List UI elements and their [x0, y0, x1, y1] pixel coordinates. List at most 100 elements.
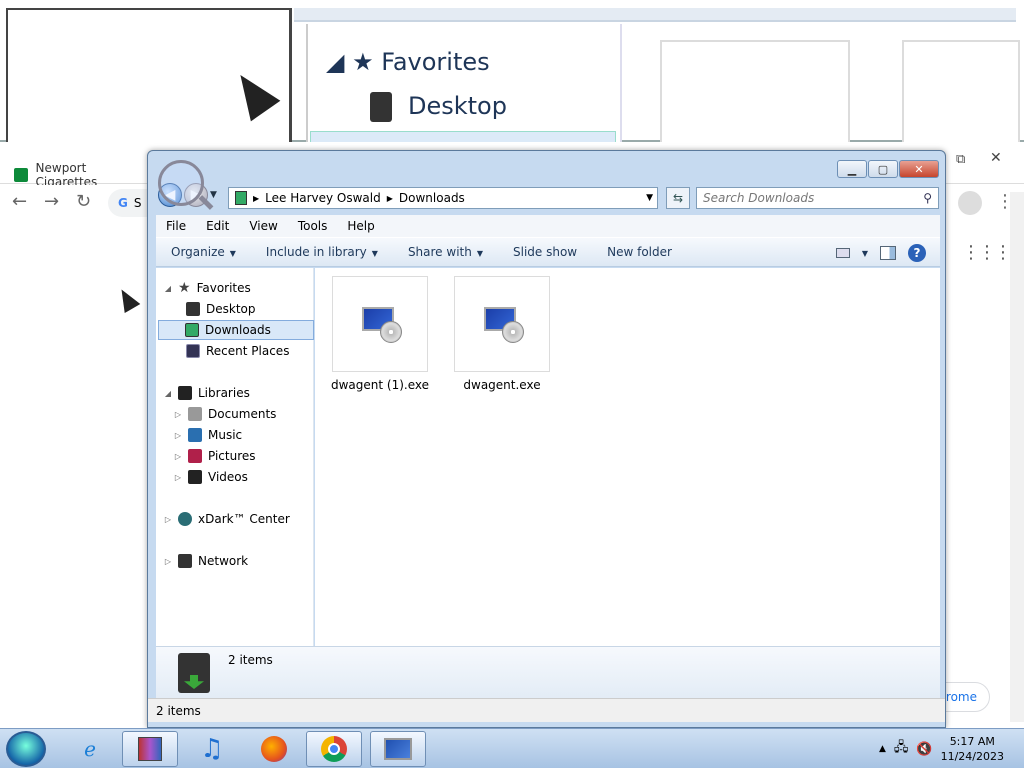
address-bar[interactable]: ▶ Lee Harvey Oswald ▶ Downloads ▼ — [228, 187, 658, 209]
share-with-button[interactable]: Share with ▼ — [393, 245, 498, 259]
include-in-library-button[interactable]: Include in library ▼ — [251, 245, 393, 259]
nav-item-documents[interactable]: ▷ Documents — [174, 404, 330, 424]
refresh-button[interactable]: ⇆ — [666, 187, 690, 209]
network-tray-icon[interactable]: 🖧 — [894, 738, 909, 760]
status-bar: 2 items — [148, 698, 945, 722]
magnifier-nav-pane — [306, 24, 622, 142]
breadcrumb-user[interactable]: Lee Harvey Oswald — [265, 191, 381, 205]
xdark-center-icon — [178, 512, 192, 526]
nav-music-label: Music — [208, 428, 243, 442]
magnifier-desktop-label: Desktop — [408, 92, 507, 120]
search-input[interactable]: Search Downloads ⚲ — [696, 187, 939, 209]
explorer-taskbar-icon[interactable] — [370, 731, 426, 767]
omnibox[interactable]: G S — [108, 189, 148, 217]
nav-videos-label: Videos — [208, 470, 248, 484]
apps-grid-icon[interactable]: ⋮⋮⋮ — [962, 242, 1012, 263]
profile-avatar[interactable] — [958, 191, 982, 215]
menu-file[interactable]: File — [156, 219, 196, 233]
collapsed-arrow-icon: ▷ — [164, 556, 172, 566]
file-name: dwagent.exe — [463, 378, 541, 392]
winrar-glyph — [138, 737, 162, 761]
new-folder-button[interactable]: New folder — [592, 245, 687, 259]
collapsed-arrow-icon: ▷ — [174, 430, 182, 440]
file-list: dwagent (1).exe dwagent.exe — [315, 268, 940, 646]
search-placeholder: Search Downloads — [703, 191, 815, 205]
minimize-button[interactable]: ▁ — [837, 160, 867, 178]
magnifier-desktop-icon — [370, 92, 392, 122]
internet-explorer-icon[interactable]: ℯ — [62, 731, 118, 767]
nav-item-videos[interactable]: ▷ Videos — [174, 467, 330, 487]
firefox-glyph — [261, 736, 287, 762]
forward-icon[interactable]: → — [44, 191, 59, 212]
magnifier-favorites-label: Favorites — [381, 48, 490, 76]
chrome-taskbar-icon[interactable] — [306, 731, 362, 767]
downloads-folder-icon — [235, 191, 247, 205]
recent-pages-dropdown-icon[interactable]: ▼ — [210, 190, 217, 200]
details-pane: 2 items — [156, 646, 940, 698]
music-note-icon[interactable]: ♫ — [184, 731, 240, 767]
magnifier-lens-icon[interactable] — [158, 160, 204, 206]
menu-tools[interactable]: Tools — [288, 219, 338, 233]
collapsed-arrow-icon: ▷ — [174, 409, 182, 419]
share-with-label: Share with — [407, 245, 472, 259]
mouse-cursor-icon — [225, 64, 281, 122]
include-in-library-label: Include in library — [265, 245, 367, 259]
nav-item-libraries[interactable]: ◢ Libraries — [164, 383, 320, 403]
tray-arrow-icon[interactable]: ▲ — [879, 744, 886, 754]
nav-item-network[interactable]: ▷ Network — [164, 551, 320, 571]
magnifier-file-tile — [660, 40, 850, 142]
view-controls: ▼ ? — [835, 244, 926, 262]
nav-libraries-label: Libraries — [198, 386, 250, 400]
firefox-icon[interactable] — [246, 731, 302, 767]
explorer-window: ▁ ▢ ✕ ◀ ▶ ▼ ▶ Lee Harvey Oswald ▶ Downlo… — [147, 150, 946, 728]
nav-item-pictures[interactable]: ▷ Pictures — [174, 446, 330, 466]
nav-item-music[interactable]: ▷ Music — [174, 425, 330, 445]
command-bar: Organize ▼ Include in library ▼ Share with… — [156, 237, 940, 267]
breadcrumb-downloads[interactable]: Downloads — [399, 191, 465, 205]
change-view-icon[interactable] — [835, 248, 850, 258]
organize-button[interactable]: Organize ▼ — [156, 245, 251, 259]
restore-icon[interactable]: ⧉ — [956, 152, 965, 167]
menu-edit[interactable]: Edit — [196, 219, 239, 233]
google-icon: G — [118, 196, 128, 210]
explorer-glyph — [384, 738, 412, 760]
chrome-glyph — [321, 736, 347, 762]
nav-item-favorites[interactable]: ◢ ★ Favorites — [164, 278, 320, 298]
help-icon[interactable]: ? — [908, 244, 926, 262]
maximize-button[interactable]: ▢ — [868, 160, 898, 178]
preview-pane-icon[interactable] — [880, 246, 896, 260]
status-item-count: 2 items — [156, 704, 201, 718]
magnifier-favorites: ◢ ★ Favorites — [326, 48, 490, 76]
close-button[interactable]: ✕ — [899, 160, 939, 178]
downloads-folder-large-icon — [178, 653, 210, 693]
taskbar: ℯ ♫ ▲ 🖧 🔇 5:17 AM 11/24/2023 — [0, 728, 1024, 768]
menu-view[interactable]: View — [239, 219, 287, 233]
nav-favorites-label: Favorites — [196, 281, 251, 295]
star-icon: ★ — [178, 280, 191, 296]
menu-help[interactable]: Help — [337, 219, 384, 233]
clock[interactable]: 5:17 AM 11/24/2023 — [941, 734, 1004, 764]
file-item[interactable]: dwagent (1).exe — [325, 276, 435, 392]
nav-item-downloads[interactable]: Downloads — [158, 320, 314, 340]
breadcrumb-separator-icon: ▶ — [386, 193, 393, 203]
file-item[interactable]: dwagent.exe — [447, 276, 557, 392]
back-icon[interactable]: ← — [12, 191, 27, 212]
magnifier-topbar — [294, 8, 1016, 22]
file-thumbnail — [332, 276, 428, 372]
installer-icon — [480, 305, 524, 343]
close-icon[interactable]: ✕ — [990, 150, 1002, 166]
winrar-icon[interactable] — [122, 731, 178, 767]
view-dropdown-icon[interactable]: ▼ — [862, 249, 868, 258]
installer-icon — [358, 305, 402, 343]
magnifier-overlay: ◢ ★ Favorites Desktop — [0, 0, 1024, 143]
chrome-scrollbar[interactable] — [1010, 192, 1024, 722]
address-dropdown-icon[interactable]: ▼ — [646, 193, 653, 203]
start-button[interactable] — [6, 731, 46, 767]
reload-icon[interactable]: ↻ — [76, 191, 91, 212]
volume-muted-icon[interactable]: 🔇 — [916, 742, 932, 757]
slide-show-button[interactable]: Slide show — [498, 245, 592, 259]
nav-pictures-label: Pictures — [208, 449, 256, 463]
dropdown-arrow-icon: ▼ — [371, 249, 378, 258]
nav-item-xdark-center[interactable]: ▷ xDark™ Center — [164, 509, 320, 529]
magnifier-file-tile — [902, 40, 1020, 142]
